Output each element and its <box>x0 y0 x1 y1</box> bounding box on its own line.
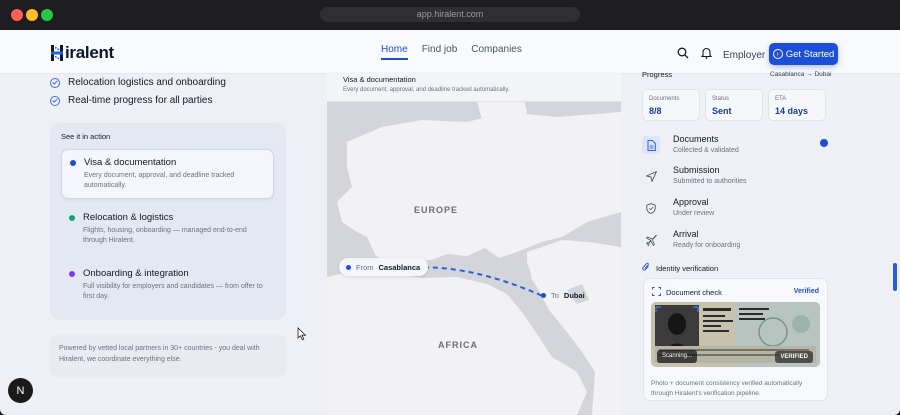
get-started-label: Get Started <box>785 48 835 60</box>
stat-label: ETA <box>775 96 787 102</box>
track-subtitle: Ready for onboarding <box>673 242 741 249</box>
check-circle-icon <box>50 77 60 88</box>
top-navbar: iralent Home Find job Companies Employer… <box>0 30 900 74</box>
nav-link-companies[interactable]: Companies <box>471 44 522 60</box>
pin-city: Dubai <box>563 290 585 300</box>
track-item-documents[interactable]: Documents Collected & validated <box>642 134 832 162</box>
stat-value: 14 days <box>775 106 809 116</box>
mouse-cursor-icon <box>297 327 307 346</box>
identity-verification-title: Identity verification <box>656 263 719 273</box>
track-subtitle: Submitted to authorities <box>673 178 747 185</box>
send-icon <box>642 167 660 185</box>
stat-label: Status <box>712 96 730 102</box>
url-bar[interactable]: app.hiralent.com <box>320 7 580 22</box>
panel-title: See it in action <box>61 132 111 141</box>
feature-item: Relocation logistics and onboarding <box>50 77 226 88</box>
pin-label: From <box>356 262 374 272</box>
arrow-circle-icon: › <box>772 49 783 59</box>
scanning-indicator: Scanning... <box>657 350 698 363</box>
step-onboarding[interactable]: Onboarding & integration Full visibility… <box>61 261 274 311</box>
minimize-window-button[interactable] <box>26 9 38 21</box>
passport-scan-image: Scanning... VERIFIED <box>651 302 820 367</box>
map-label-africa: AFRICA <box>438 340 478 350</box>
track-title: Approval <box>673 197 709 207</box>
step-description: Flights, housing, onboarding — managed e… <box>83 227 247 244</box>
avatar[interactable]: N <box>8 378 33 403</box>
document-check-card: Document check Verified Scanning... VERI… <box>643 278 828 401</box>
stat-eta: ETA 14 days <box>768 89 826 121</box>
map-land-shapes <box>327 72 621 415</box>
track-subtitle: Collected & validated <box>673 147 739 154</box>
map-header-subtitle: Every document, approval, and deadline t… <box>343 87 510 93</box>
verified-stamp: VERIFIED <box>775 351 813 363</box>
stat-documents: Documents 8/8 <box>642 89 700 121</box>
step-visa[interactable]: Visa & documentation Every document, app… <box>61 149 274 199</box>
track-item-arrival[interactable]: Arrival Ready for onboarding <box>642 229 832 257</box>
employer-link[interactable]: Employer <box>723 50 765 61</box>
step-title: Relocation & logistics <box>83 212 174 223</box>
feature-item: Real-time progress for all parties <box>50 95 213 106</box>
get-started-button[interactable]: › Get Started <box>769 43 838 65</box>
step-title: Onboarding & integration <box>83 268 189 279</box>
map-header: Visa & documentation Every document, app… <box>327 72 621 102</box>
track-item-submission[interactable]: Submission Submitted to authorities <box>642 165 832 193</box>
step-bullet <box>69 215 75 221</box>
search-icon[interactable] <box>677 46 689 64</box>
step-bullet <box>70 160 76 166</box>
map-label-europe: EUROPE <box>414 205 459 215</box>
scan-icon <box>652 287 661 298</box>
from-pin[interactable]: From Casablanca <box>339 258 429 276</box>
progress-title: Progress <box>642 70 673 79</box>
bell-icon[interactable] <box>700 46 713 64</box>
page-viewport: iralent Home Find job Companies Employer… <box>0 30 900 415</box>
document-icon <box>642 136 660 154</box>
map-header-title: Visa & documentation <box>343 75 416 84</box>
verification-caption: Photo + document consistency verified au… <box>651 380 803 397</box>
step-title: Visa & documentation <box>84 157 177 168</box>
stat-value: Sent <box>712 106 732 116</box>
brand-logo[interactable]: iralent <box>50 42 114 64</box>
track-title: Documents <box>673 134 719 144</box>
paperclip-icon <box>642 262 650 274</box>
step-relocation[interactable]: Relocation & logistics Flights, housing,… <box>61 205 274 255</box>
verified-badge: Verified <box>793 288 819 295</box>
document-check-title: Document check <box>666 288 722 297</box>
relocation-map[interactable]: Visa & documentation Every document, app… <box>327 72 621 415</box>
pin-dot <box>346 264 351 270</box>
shield-icon <box>642 199 660 217</box>
browser-chrome: app.hiralent.com <box>0 0 900 30</box>
to-pin[interactable]: To Dubai <box>534 286 593 304</box>
main-nav: Home Find job Companies <box>381 44 536 60</box>
nav-link-find-job[interactable]: Find job <box>422 44 458 60</box>
step-bullet <box>69 271 75 277</box>
pin-city: Casablanca <box>378 262 421 272</box>
feature-label: Relocation logistics and onboarding <box>68 77 226 88</box>
step-description: Full visibility for employers and candid… <box>83 283 263 300</box>
check-circle-icon <box>50 95 60 106</box>
stat-value: 8/8 <box>649 106 662 116</box>
scanning-label: Scanning... <box>662 353 693 359</box>
track-subtitle: Under review <box>673 210 715 217</box>
track-title: Arrival <box>673 229 699 239</box>
partners-note: Powered by vetted local partners in 30+ … <box>50 335 286 377</box>
plane-icon <box>642 231 660 249</box>
logo-mark <box>50 44 64 62</box>
document-check-header: Document check <box>652 287 722 298</box>
close-window-button[interactable] <box>11 9 23 21</box>
step-description: Every document, approval, and deadline t… <box>84 172 235 189</box>
stat-status: Status Sent <box>705 89 763 121</box>
maximize-window-button[interactable] <box>41 9 53 21</box>
identity-verification-heading: Identity verification <box>642 262 718 274</box>
brand-name: iralent <box>65 43 114 62</box>
route-label: Casablanca → Dubai <box>770 71 832 78</box>
track-title: Submission <box>673 165 720 175</box>
pin-label: To <box>551 290 559 300</box>
nav-link-home[interactable]: Home <box>381 44 408 60</box>
stat-label: Documents <box>649 96 680 102</box>
pin-dot <box>541 292 546 298</box>
track-item-approval[interactable]: Approval Under review <box>642 197 832 225</box>
active-indicator <box>820 139 828 147</box>
feature-label: Real-time progress for all parties <box>68 95 213 106</box>
page-scrollbar-thumb[interactable] <box>893 263 897 291</box>
